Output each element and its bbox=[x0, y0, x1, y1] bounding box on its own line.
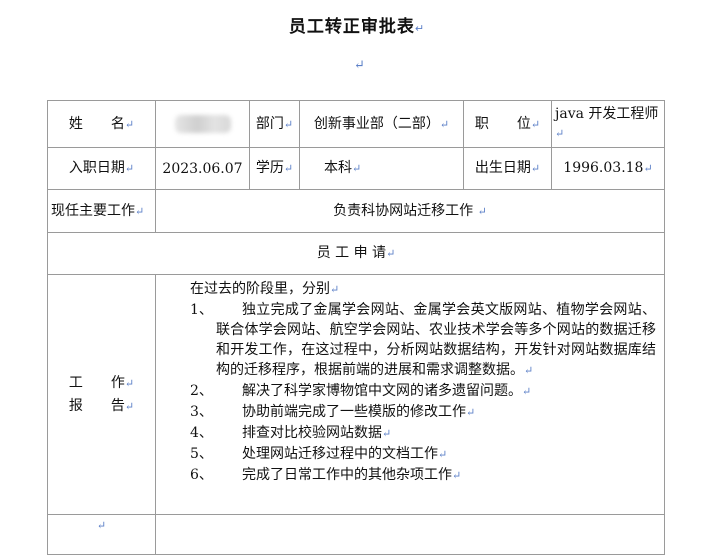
list-item: 2、 解决了科学家博物馆中文网的诸多遗留问题。↵ bbox=[164, 381, 656, 402]
title-text: 员工转正审批表 bbox=[288, 17, 415, 37]
birth-date-label-cell: 出生日期↵ bbox=[463, 147, 552, 190]
position-value-cell[interactable]: java 开发工程师 ↵ bbox=[551, 100, 665, 148]
list-item: 4、 排查对比校验网站数据↵ bbox=[164, 423, 656, 444]
main-work-label-cell: 现任主要工作↵ bbox=[47, 189, 156, 233]
return-mark: ↵ bbox=[477, 204, 487, 218]
main-work-value: 负责科协网站迁移工作 bbox=[333, 202, 474, 219]
item-number: 6、 bbox=[190, 467, 213, 483]
education-value: 本科 bbox=[324, 160, 352, 176]
dept-label: 部门 bbox=[255, 115, 284, 132]
work-report-row: 工 作↵ 报 告↵ 在过去的阶段里，分别↵ 1、 独立完成了金属学会网站、金属学… bbox=[47, 274, 665, 515]
name-label: 姓 名 bbox=[68, 115, 125, 132]
birth-date-value: 1996.03.18 bbox=[563, 160, 644, 176]
return-mark: ↵ bbox=[124, 117, 135, 131]
list-item: 5、 处理网站迁移过程中的文档工作↵ bbox=[164, 444, 656, 465]
return-mark: ↵ bbox=[522, 385, 532, 398]
item-text: 排查对比校验网站数据↵ bbox=[242, 425, 392, 441]
return-mark: ↵ bbox=[382, 427, 392, 440]
return-mark: ↵ bbox=[524, 364, 534, 377]
birth-date-label: 出生日期 bbox=[474, 160, 531, 176]
main-work-row: 现任主要工作↵ 负责科协网站迁移工作 ↵ bbox=[47, 189, 665, 233]
return-mark: ↵ bbox=[283, 162, 294, 175]
return-mark: ↵ bbox=[124, 162, 135, 175]
work-report-label-cell: 工 作↵ 报 告↵ bbox=[47, 274, 156, 515]
next-row-partial: ↵ bbox=[47, 514, 665, 555]
item-number: 4、 bbox=[190, 425, 213, 441]
return-mark: ↵ bbox=[466, 406, 476, 419]
return-mark: ↵ bbox=[530, 117, 541, 131]
position-label-cell: 职 位↵ bbox=[463, 100, 552, 148]
name-value-cell[interactable] bbox=[155, 100, 250, 148]
dept-label-cell: 部门↵ bbox=[249, 100, 300, 148]
main-work-value-cell[interactable]: 负责科协网站迁移工作 ↵ bbox=[155, 189, 665, 233]
item-text: 处理网站迁移过程中的文档工作↵ bbox=[242, 446, 448, 462]
return-mark: ↵ bbox=[386, 247, 396, 260]
report-intro: 在过去的阶段里，分别↵ bbox=[190, 281, 340, 297]
return-mark: ↵ bbox=[330, 283, 340, 296]
item-number: 2、 bbox=[190, 383, 213, 399]
return-mark: ↵ bbox=[555, 127, 565, 140]
dept-value-cell[interactable]: 创新事业部（二部）↵ bbox=[299, 100, 464, 148]
join-date-label: 入职日期 bbox=[68, 160, 125, 176]
application-header: 员 工 申 请 bbox=[316, 245, 387, 261]
item-text: 协助前端完成了一些模版的修改工作↵ bbox=[242, 404, 476, 420]
return-mark: ↵ bbox=[530, 162, 541, 175]
education-value-cell[interactable]: 本科↵ bbox=[299, 147, 464, 190]
report-label-line2: 报 告↵ bbox=[68, 397, 135, 414]
info-row-1: 姓 名↵ 部门↵ 创新事业部（二部）↵ 职 位↵ java 开发工程师↵ bbox=[47, 100, 665, 148]
return-mark: ↵ bbox=[96, 519, 107, 532]
item-text: 完成了日常工作中的其他杂项工作↵ bbox=[242, 467, 462, 483]
list-item: 3、 协助前端完成了一些模版的修改工作↵ bbox=[164, 402, 656, 423]
item-number: 3、 bbox=[190, 404, 213, 420]
work-report-content-cell[interactable]: 在过去的阶段里，分别↵ 1、 独立完成了金属学会网站、金属学会英文版网站、植物学… bbox=[155, 274, 665, 515]
return-mark: ↵ bbox=[452, 469, 462, 482]
item-text: 解决了科学家博物馆中文网的诸多遗留问题。↵ bbox=[242, 383, 532, 399]
return-mark: ↵ bbox=[643, 162, 653, 175]
next-label-cell: ↵ bbox=[47, 514, 156, 555]
return-mark: ↵ bbox=[124, 376, 135, 390]
position-value: java 开发工程师 bbox=[555, 106, 659, 122]
item-number: 1、 bbox=[190, 302, 213, 318]
return-mark: ↵ bbox=[283, 117, 294, 131]
next-content-cell[interactable] bbox=[155, 514, 665, 555]
join-date-value: 2023.06.07 bbox=[162, 160, 243, 177]
main-work-label: 现任主要工作 bbox=[51, 202, 135, 219]
education-label: 学历 bbox=[255, 160, 284, 176]
document-title: 员工转正审批表↵ bbox=[0, 12, 714, 37]
report-label-line1: 工 作↵ bbox=[68, 374, 135, 391]
return-mark: ↵ bbox=[414, 22, 426, 35]
dept-value: 创新事业部（二部） bbox=[313, 115, 440, 132]
list-item: 6、 完成了日常工作中的其他杂项工作↵ bbox=[164, 465, 656, 486]
approval-form-table: 姓 名↵ 部门↵ 创新事业部（二部）↵ 职 位↵ java 开发工程师↵ 入职日… bbox=[47, 100, 665, 555]
return-mark: ↵ bbox=[438, 448, 448, 461]
item-text: 独立完成了金属学会网站、金属学会英文版网站、植物学会网站、联合体学会网站、航空学… bbox=[216, 302, 656, 378]
list-item: 1、 独立完成了金属学会网站、金属学会英文版网站、植物学会网站、联合体学会网站、… bbox=[164, 300, 656, 381]
name-label-cell: 姓 名↵ bbox=[47, 100, 156, 148]
application-header-row: 员 工 申 请↵ bbox=[47, 232, 665, 275]
return-mark: ↵ bbox=[354, 58, 365, 73]
return-mark: ↵ bbox=[135, 204, 145, 218]
education-label-cell: 学历↵ bbox=[249, 147, 300, 190]
redacted-name bbox=[174, 115, 231, 133]
return-mark: ↵ bbox=[352, 162, 362, 175]
birth-date-value-cell[interactable]: 1996.03.18↵ bbox=[551, 147, 665, 190]
join-date-value-cell[interactable]: 2023.06.07 bbox=[155, 147, 250, 190]
item-number: 5、 bbox=[190, 446, 213, 462]
position-label: 职 位 bbox=[474, 115, 531, 132]
return-mark: ↵ bbox=[124, 399, 135, 413]
join-date-label-cell: 入职日期↵ bbox=[47, 147, 156, 190]
return-mark: ↵ bbox=[439, 117, 450, 131]
application-header-cell: 员 工 申 请↵ bbox=[47, 232, 665, 275]
info-row-2: 入职日期↵ 2023.06.07 学历↵ 本科↵ 出生日期↵ 1996.03.1… bbox=[47, 147, 665, 190]
